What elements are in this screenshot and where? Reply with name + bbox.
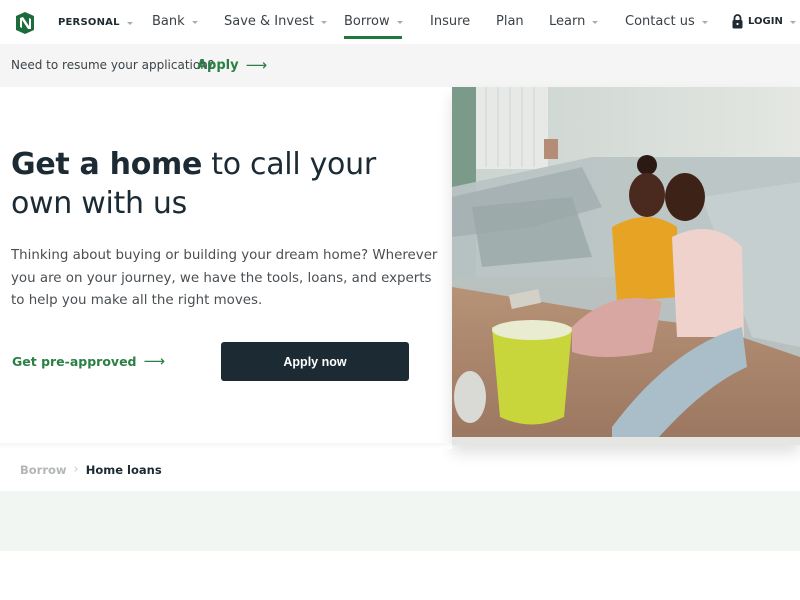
segment-label: PERSONAL — [58, 17, 120, 28]
hero-description: Thinking about buying or building your d… — [11, 248, 438, 308]
caret-down-icon — [396, 20, 403, 24]
arrow-right-icon: ⟶ — [245, 56, 268, 74]
breadcrumb: Borrow › Home loans — [20, 462, 162, 477]
login-label: LOGIN — [748, 16, 783, 27]
caret-down-icon — [592, 20, 599, 24]
get-pre-approved-label: Get pre-approved — [12, 353, 137, 369]
nav-item-borrow[interactable]: Borrow — [344, 14, 403, 29]
chevron-right-icon: › — [73, 462, 79, 477]
hero-image — [452, 87, 800, 445]
segment-selector[interactable]: PERSONAL — [58, 17, 133, 28]
nav-item-label: Contact us — [625, 14, 695, 29]
arrow-right-icon: ⟶ — [143, 352, 166, 370]
nav-item-label: Bank — [152, 14, 185, 29]
apply-now-button[interactable]: Apply now — [221, 342, 409, 381]
lock-icon — [732, 14, 743, 29]
breadcrumb-borrow[interactable]: Borrow — [20, 463, 67, 477]
top-navigation: PERSONAL Bank Save & Invest Borrow Insur… — [0, 0, 800, 44]
nav-item-plan[interactable]: Plan — [496, 14, 524, 29]
caret-down-icon — [191, 20, 198, 24]
nav-item-bank[interactable]: Bank — [152, 14, 198, 29]
nedbank-logo[interactable] — [13, 11, 37, 35]
resume-prompt: Need to resume your application? — [11, 58, 215, 72]
nav-item-label: Learn — [549, 14, 586, 29]
nav-item-save-invest[interactable]: Save & Invest — [224, 14, 327, 29]
nav-item-insure[interactable]: Insure — [430, 14, 470, 29]
login-button[interactable]: LOGIN — [732, 14, 796, 29]
hero-title-bold: Get a home — [11, 147, 203, 182]
section-band — [0, 491, 800, 551]
nav-item-label: Save & Invest — [224, 14, 314, 29]
caret-down-icon — [701, 20, 708, 24]
resume-apply-label: Apply — [197, 57, 239, 73]
active-nav-indicator — [344, 36, 402, 39]
nav-item-contact-us[interactable]: Contact us — [625, 14, 708, 29]
resume-apply-link[interactable]: Apply ⟶ — [197, 56, 267, 74]
caret-down-icon — [126, 21, 133, 25]
nav-item-label: Borrow — [344, 14, 390, 29]
caret-down-icon — [320, 20, 327, 24]
hero-divider — [0, 443, 452, 449]
breadcrumb-home-loans: Home loans — [85, 462, 162, 477]
nav-item-label: Insure — [430, 14, 471, 29]
nav-item-learn[interactable]: Learn — [549, 14, 599, 29]
get-pre-approved-link[interactable]: Get pre-approved ⟶ — [12, 352, 165, 370]
nav-item-label: Plan — [496, 14, 524, 29]
hero-title: Get a home to call your own with us — [11, 145, 441, 223]
resume-application-bar: Need to resume your application? Apply ⟶ — [0, 44, 800, 87]
hero-photo-couple — [452, 87, 800, 445]
caret-down-icon — [789, 20, 796, 24]
